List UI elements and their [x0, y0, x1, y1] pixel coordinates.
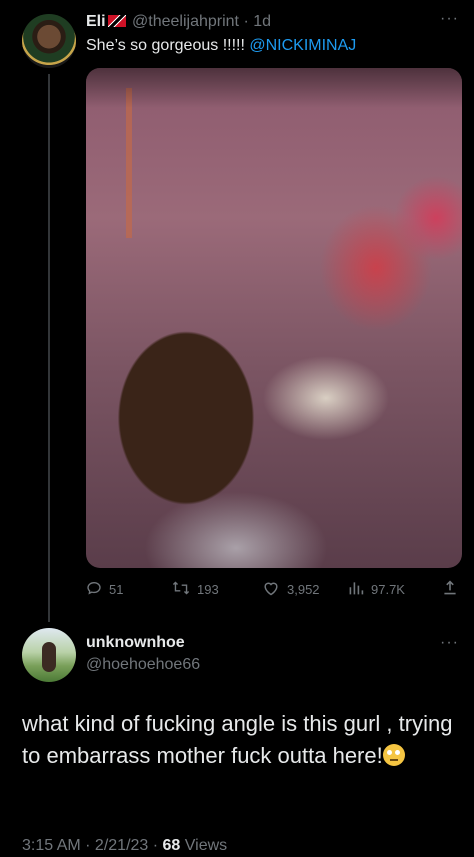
rolling-eyes-emoji-icon	[382, 744, 405, 766]
mention-link[interactable]: @NICKIMINAJ	[249, 37, 356, 54]
tweet-meta: 3:15 AM · 2/21/23 · 68 Views	[22, 837, 227, 855]
like-count: 3,952	[287, 582, 320, 597]
avatar[interactable]	[22, 628, 76, 682]
user-handle[interactable]: @hoehoehoe66	[86, 656, 200, 674]
views-label: Views	[184, 837, 228, 854]
views-button[interactable]: 97.7K	[348, 580, 405, 599]
like-button[interactable]: 3,952	[262, 580, 320, 599]
display-name[interactable]: Eli	[86, 13, 106, 30]
tweet-actions-bar: 51 193 3,952 97.7K	[86, 580, 462, 602]
retweet-button[interactable]: 193	[172, 580, 219, 599]
like-icon	[262, 580, 280, 599]
retweet-icon	[172, 580, 190, 599]
views-count: 97.7K	[371, 582, 405, 597]
tweet-photo[interactable]	[86, 68, 462, 568]
tweet-time[interactable]: 1d	[253, 13, 271, 30]
tweet-timestamp[interactable]: 3:15 AM · 2/21/23 ·	[22, 837, 163, 854]
reply-count: 51	[109, 582, 124, 597]
avatar[interactable]	[22, 14, 76, 68]
more-dots-icon[interactable]: ···	[440, 634, 459, 652]
share-button[interactable]	[442, 580, 458, 599]
retweet-count: 193	[197, 582, 219, 597]
user-handle[interactable]: @theelijahprint	[132, 13, 239, 30]
tweet-text-body: She’s so gorgeous !!!!!	[86, 37, 250, 54]
reply-button[interactable]: 51	[86, 580, 123, 599]
views-icon	[348, 580, 364, 599]
more-dots-icon[interactable]: ···	[440, 10, 459, 28]
separator-dot: ·	[243, 13, 249, 30]
share-icon	[442, 580, 458, 599]
thread-connector-line	[48, 74, 50, 622]
parent-tweet-header: Eli @theelijahprint · 1d	[86, 13, 271, 31]
views-count: 68	[162, 837, 181, 854]
display-name[interactable]: unknownhoe	[86, 634, 185, 652]
tweet-text: She’s so gorgeous !!!!! @NICKIMINAJ	[86, 37, 356, 55]
trinidad-flag-icon	[107, 15, 126, 27]
reply-tweet-text: what kind of fucking angle is this gurl …	[22, 708, 462, 772]
reply-icon	[86, 580, 102, 599]
